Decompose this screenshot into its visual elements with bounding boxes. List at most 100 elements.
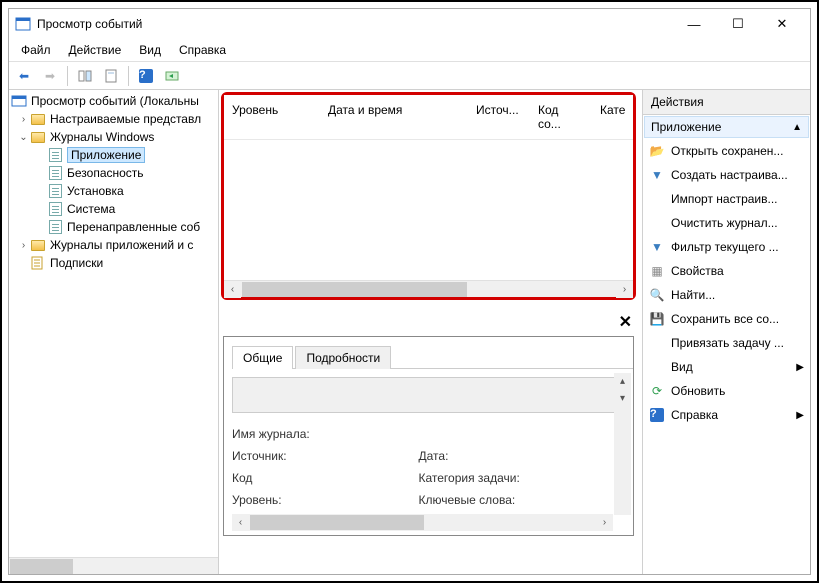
tab-general[interactable]: Общие <box>232 346 293 369</box>
log-icon <box>47 165 63 181</box>
open-icon: 📂 <box>649 143 665 159</box>
action-attach-task[interactable]: Привязать задачу ... <box>643 331 810 355</box>
detail-message <box>232 377 625 413</box>
tree-custom-views[interactable]: ›Настраиваемые представл <box>11 110 216 128</box>
label-level: Уровень: <box>232 493 352 507</box>
menubar: Файл Действие Вид Справка <box>9 39 810 62</box>
action-filter-current[interactable]: ▼Фильтр текущего ... <box>643 235 810 259</box>
blank-icon <box>649 335 665 351</box>
scope-button[interactable] <box>74 65 96 87</box>
expand-icon[interactable]: › <box>17 240 30 251</box>
scroll-right-icon[interactable]: › <box>616 281 633 298</box>
log-icon <box>47 147 63 163</box>
folder-icon <box>30 237 46 253</box>
tree-windows-logs[interactable]: ⌄Журналы Windows <box>11 128 216 146</box>
app-icon <box>15 16 31 32</box>
action-open-saved[interactable]: 📂Открыть сохранен... <box>643 139 810 163</box>
subs-icon <box>30 255 46 271</box>
chevron-right-icon: ▶ <box>796 362 804 373</box>
tree-hscroll[interactable] <box>9 557 218 574</box>
tree-app-logs[interactable]: ›Журналы приложений и с <box>11 236 216 254</box>
col-category[interactable]: Кате <box>592 99 632 135</box>
action-import-custom[interactable]: Импорт настраив... <box>643 187 810 211</box>
log-icon <box>47 219 63 235</box>
list-hscroll[interactable]: ‹ › <box>224 280 633 297</box>
scroll-left-icon[interactable]: ‹ <box>224 281 241 298</box>
tree-pane: Просмотр событий (Локальны ›Настраиваемы… <box>9 90 219 574</box>
help-icon: ? <box>649 407 665 423</box>
label-code: Код <box>232 471 352 485</box>
label-logname: Имя журнала: <box>232 427 352 441</box>
detail-vscroll[interactable]: ▴▾ <box>614 373 631 515</box>
collapse-icon[interactable]: ▲ <box>792 122 802 133</box>
action-properties[interactable]: ▦Свойства <box>643 259 810 283</box>
event-list[interactable] <box>224 140 633 280</box>
window-title: Просмотр событий <box>37 17 672 31</box>
titlebar: Просмотр событий — ☐ ✕ <box>9 9 810 39</box>
log-icon <box>47 183 63 199</box>
col-code[interactable]: Код со... <box>530 99 592 135</box>
actions-title: Действия <box>643 90 810 115</box>
log-icon <box>47 201 63 217</box>
find-icon: 🔍 <box>649 287 665 303</box>
funnel-icon: ▼ <box>649 239 665 255</box>
label-keywords: Ключевые слова: <box>419 493 559 507</box>
label-date: Дата: <box>419 449 559 463</box>
collapse-icon[interactable]: ⌄ <box>17 132 30 143</box>
tab-details[interactable]: Подробности <box>295 346 391 369</box>
action-view[interactable]: Вид▶ <box>643 355 810 379</box>
col-level[interactable]: Уровень <box>224 99 320 135</box>
detail-fields: Имя журнала: Источник: Дата: Код Категор… <box>232 427 625 507</box>
label-source: Источник: <box>232 449 352 463</box>
refresh-icon: ⟳ <box>649 383 665 399</box>
tree-application[interactable]: Приложение <box>11 146 216 164</box>
minimize-button[interactable]: — <box>672 10 716 38</box>
action-find[interactable]: 🔍Найти... <box>643 283 810 307</box>
blank-icon <box>649 215 665 231</box>
back-button[interactable]: ⬅ <box>13 65 35 87</box>
maximize-button[interactable]: ☐ <box>716 10 760 38</box>
tree-system[interactable]: Система <box>11 200 216 218</box>
toolbar: ⬅ ➡ ? <box>9 62 810 90</box>
action-help[interactable]: ?Справка▶ <box>643 403 810 427</box>
folder-icon <box>30 111 46 127</box>
tree-setup[interactable]: Установка <box>11 182 216 200</box>
action-save-all[interactable]: 💾Сохранить все со... <box>643 307 810 331</box>
tree-forwarded[interactable]: Перенаправленные соб <box>11 218 216 236</box>
blank-icon <box>649 191 665 207</box>
tree-root[interactable]: Просмотр событий (Локальны <box>11 92 216 110</box>
highlight-box: Уровень Дата и время Источ... Код со... … <box>221 92 636 300</box>
action-clear-log[interactable]: Очистить журнал... <box>643 211 810 235</box>
center-pane: Уровень Дата и время Источ... Код со... … <box>219 90 642 574</box>
menu-action[interactable]: Действие <box>61 41 130 59</box>
toolbar-divider <box>67 66 68 86</box>
menu-file[interactable]: Файл <box>13 41 59 59</box>
detail-hscroll[interactable]: ‹› <box>232 514 613 531</box>
detail-panel: Общие Подробности Имя журнала: Источник:… <box>223 336 634 536</box>
col-datetime[interactable]: Дата и время <box>320 99 468 135</box>
eventviewer-icon <box>11 93 27 109</box>
props-button[interactable] <box>100 65 122 87</box>
action-refresh[interactable]: ⟳Обновить <box>643 379 810 403</box>
chevron-right-icon: ▶ <box>796 410 804 421</box>
tree-subscriptions[interactable]: Подписки <box>11 254 216 272</box>
forward-button[interactable]: ➡ <box>39 65 61 87</box>
blank-icon <box>649 359 665 375</box>
expand-icon[interactable]: › <box>17 114 30 125</box>
tree-security[interactable]: Безопасность <box>11 164 216 182</box>
actions-section[interactable]: Приложение ▲ <box>644 116 809 138</box>
menu-help[interactable]: Справка <box>171 41 234 59</box>
col-source[interactable]: Источ... <box>468 99 530 135</box>
help-button[interactable]: ? <box>135 65 157 87</box>
menu-view[interactable]: Вид <box>131 41 169 59</box>
actions-pane: Действия Приложение ▲ 📂Открыть сохранен.… <box>642 90 810 574</box>
properties-icon: ▦ <box>649 263 665 279</box>
toolbar-divider <box>128 66 129 86</box>
list-header: Уровень Дата и время Источ... Код со... … <box>224 95 633 140</box>
label-taskcat: Категория задачи: <box>419 471 559 485</box>
close-button[interactable]: ✕ <box>760 10 804 38</box>
toolbar-extra[interactable] <box>161 65 183 87</box>
folder-icon <box>30 129 46 145</box>
action-create-custom[interactable]: ▼Создать настраива... <box>643 163 810 187</box>
detail-close-button[interactable]: ✕ <box>219 310 642 336</box>
